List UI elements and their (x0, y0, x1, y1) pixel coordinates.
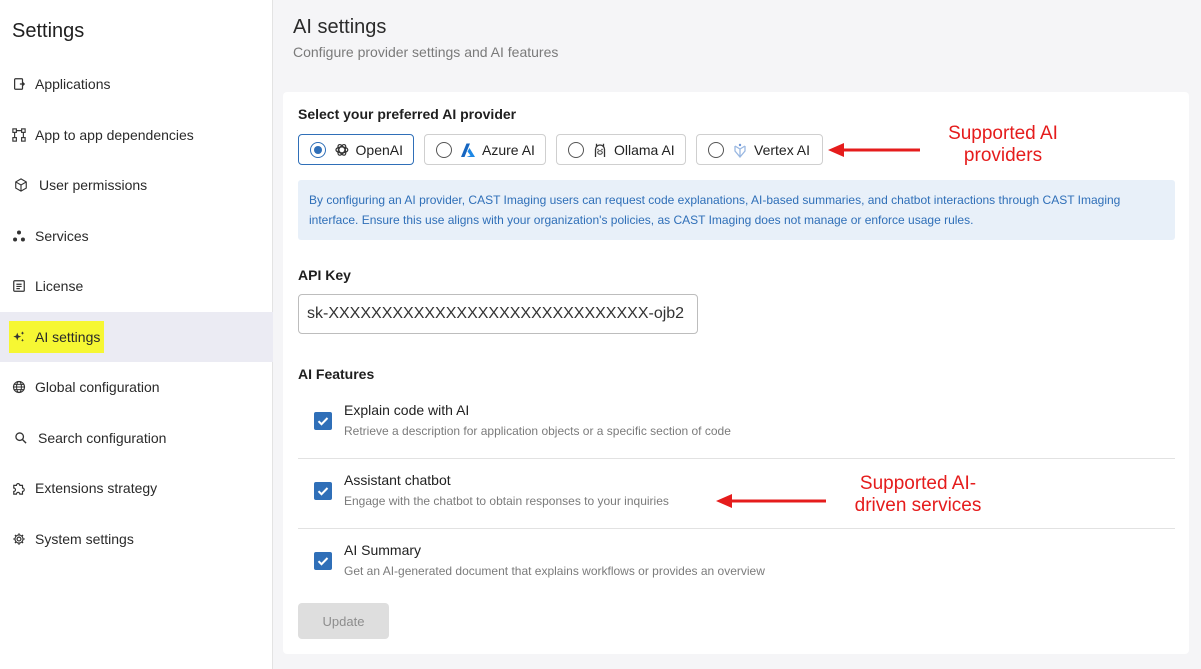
annotation-line: Supported AI (948, 123, 1058, 144)
check-icon (317, 487, 329, 496)
sidebar-item-label: License (35, 278, 84, 295)
sidebar-nav: Applications App to app dependencies Use… (0, 59, 273, 564)
sidebar-item-label: Search configuration (38, 429, 167, 446)
sidebar-item-extensions-strategy[interactable]: Extensions strategy (0, 463, 273, 514)
provider-radio-group: OpenAI Azure AI Ollama AI Vertex AI (298, 134, 823, 165)
update-button[interactable]: Update (298, 603, 389, 639)
services-arrow-icon (716, 494, 826, 508)
sidebar: Settings Applications App to app depende… (0, 0, 273, 669)
check-icon (317, 417, 329, 426)
feature-title: Explain code with AI (344, 402, 470, 418)
openai-icon (334, 142, 350, 158)
page-title: AI settings (293, 16, 387, 38)
ai-settings-card: Select your preferred AI provider OpenAI… (283, 92, 1189, 654)
ollama-icon (592, 142, 608, 158)
sidebar-item-label: App to app dependencies (35, 126, 194, 143)
dependencies-icon (11, 127, 27, 143)
api-key-label: API Key (298, 267, 351, 283)
sidebar-item-label: Global configuration (35, 379, 160, 396)
sidebar-item-label: System settings (35, 530, 134, 547)
sidebar-title: Settings (12, 20, 85, 42)
ai-settings-highlight: AI settings (9, 320, 105, 353)
annotation-line: driven services (854, 495, 982, 516)
puzzle-icon (11, 480, 27, 496)
annotation-supported-services: Supported AI- driven services (838, 473, 998, 517)
sparkle-icon (11, 329, 27, 345)
vertex-icon (732, 142, 748, 158)
radio-unselected[interactable] (436, 141, 452, 158)
sidebar-item-user-permissions[interactable]: User permissions (0, 160, 273, 211)
providers-arrow-icon (828, 143, 920, 157)
sidebar-item-search-configuration[interactable]: Search configuration (0, 413, 273, 464)
provider-label: Vertex AI (754, 141, 811, 158)
cube-icon (13, 177, 29, 193)
sidebar-item-license[interactable]: License (0, 261, 273, 312)
sidebar-item-system-settings[interactable]: System settings (0, 514, 273, 565)
license-icon (11, 278, 27, 294)
feature-ai-summary: AI Summary Get an AI-generated document … (298, 529, 1175, 599)
radio-unselected[interactable] (568, 141, 584, 158)
annotation-line: providers (963, 145, 1043, 166)
feature-description: Get an AI-generated document that explai… (344, 564, 765, 578)
radio-selected[interactable] (310, 141, 326, 158)
feature-explain-code: Explain code with AI Retrieve a descript… (298, 389, 1175, 459)
sidebar-item-label: Applications (35, 76, 111, 93)
provider-section-label: Select your preferred AI provider (298, 106, 517, 122)
provider-label: OpenAI (355, 141, 403, 158)
services-icon (11, 228, 27, 244)
provider-option-ollama[interactable]: Ollama AI (556, 134, 686, 165)
sidebar-item-label: Services (35, 227, 89, 244)
gear-icon (11, 531, 27, 547)
application-icon (11, 76, 27, 92)
radio-unselected[interactable] (708, 141, 724, 158)
feature-title: Assistant chatbot (344, 472, 451, 488)
check-icon (317, 557, 329, 566)
sidebar-item-ai-settings[interactable]: AI settings (0, 311, 273, 362)
search-icon (13, 430, 29, 446)
sidebar-item-label: AI settings (35, 328, 101, 345)
api-key-input[interactable] (298, 294, 698, 334)
provider-label: Azure AI (482, 141, 535, 158)
provider-label: Ollama AI (614, 141, 675, 158)
ai-features-label: AI Features (298, 366, 375, 382)
feature-description: Engage with the chatbot to obtain respon… (344, 494, 669, 508)
page-subtitle: Configure provider settings and AI featu… (293, 44, 559, 60)
assistant-chatbot-checkbox[interactable] (314, 482, 332, 500)
azure-icon (460, 142, 476, 158)
sidebar-item-label: Extensions strategy (35, 480, 158, 497)
annotation-line: Supported AI- (859, 473, 977, 494)
provider-option-vertex[interactable]: Vertex AI (696, 134, 823, 165)
provider-info-notice: By configuring an AI provider, CAST Imag… (298, 180, 1175, 240)
provider-option-openai[interactable]: OpenAI (298, 134, 414, 165)
sidebar-item-services[interactable]: Services (0, 211, 273, 262)
sidebar-item-global-configuration[interactable]: Global configuration (0, 362, 273, 413)
sidebar-item-applications[interactable]: Applications (0, 59, 273, 110)
globe-icon (11, 379, 27, 395)
feature-title: AI Summary (344, 542, 422, 558)
ai-summary-checkbox[interactable] (314, 552, 332, 570)
explain-code-checkbox[interactable] (314, 412, 332, 430)
annotation-supported-providers: Supported AI providers (930, 123, 1076, 167)
sidebar-item-app-dependencies[interactable]: App to app dependencies (0, 110, 273, 161)
sidebar-item-label: User permissions (39, 177, 148, 194)
provider-option-azure[interactable]: Azure AI (424, 134, 546, 165)
feature-description: Retrieve a description for application o… (344, 424, 731, 438)
